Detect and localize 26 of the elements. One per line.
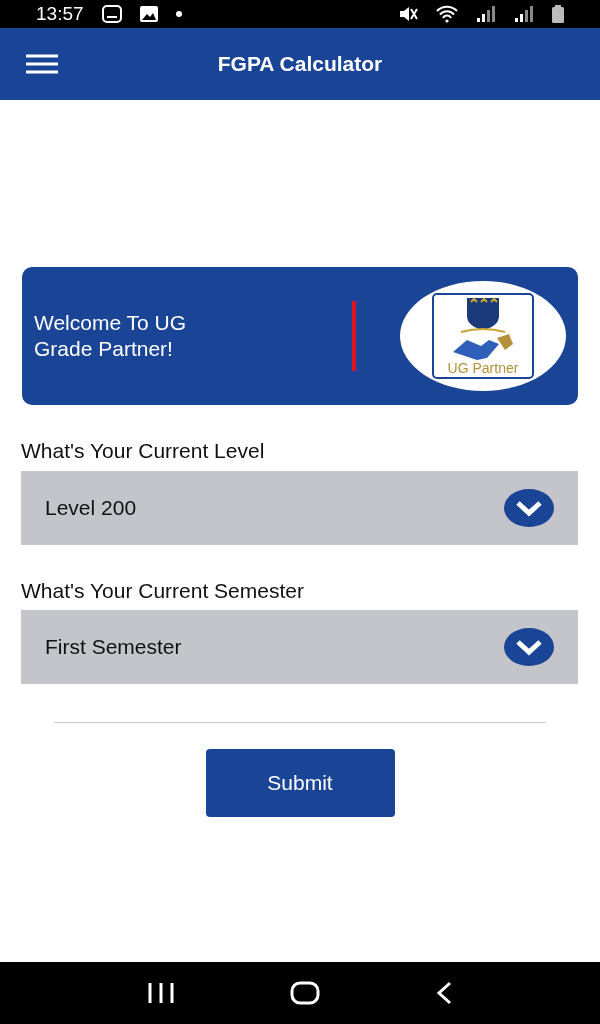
signal-icon — [476, 6, 496, 22]
dropdown-field[interactable]: First Semester — [21, 610, 578, 684]
dropdown-field[interactable]: Level 200 — [21, 470, 578, 545]
signal-icon — [514, 6, 534, 22]
home-icon[interactable] — [290, 981, 320, 1005]
chevron-down-icon — [504, 488, 554, 527]
back-icon[interactable] — [434, 981, 453, 1005]
clock: 13:57 — [36, 1, 84, 26]
divider-bar — [352, 301, 356, 371]
image-icon — [139, 6, 158, 22]
app-title: FGPA Calculator — [216, 51, 384, 77]
handshake-drawing — [453, 334, 513, 360]
menu-icon[interactable] — [26, 54, 58, 74]
logo-caption: UG Partner — [447, 360, 519, 376]
wifi-icon — [436, 5, 458, 23]
chevron-down-icon — [504, 628, 554, 666]
dot-icon — [175, 11, 182, 17]
welcome-message: Welcome To UG Grade Partner! — [34, 309, 188, 362]
notification-icon — [101, 5, 122, 23]
shield-drawing — [460, 297, 506, 333]
battery-icon — [552, 5, 564, 23]
field-label: What's Your Current Semester — [21, 577, 305, 604]
field-label: What's Your Current Level — [21, 438, 266, 464]
recent-apps-icon[interactable] — [147, 982, 176, 1004]
mute-icon — [398, 5, 418, 23]
submit-button[interactable]: Submit — [205, 749, 395, 817]
